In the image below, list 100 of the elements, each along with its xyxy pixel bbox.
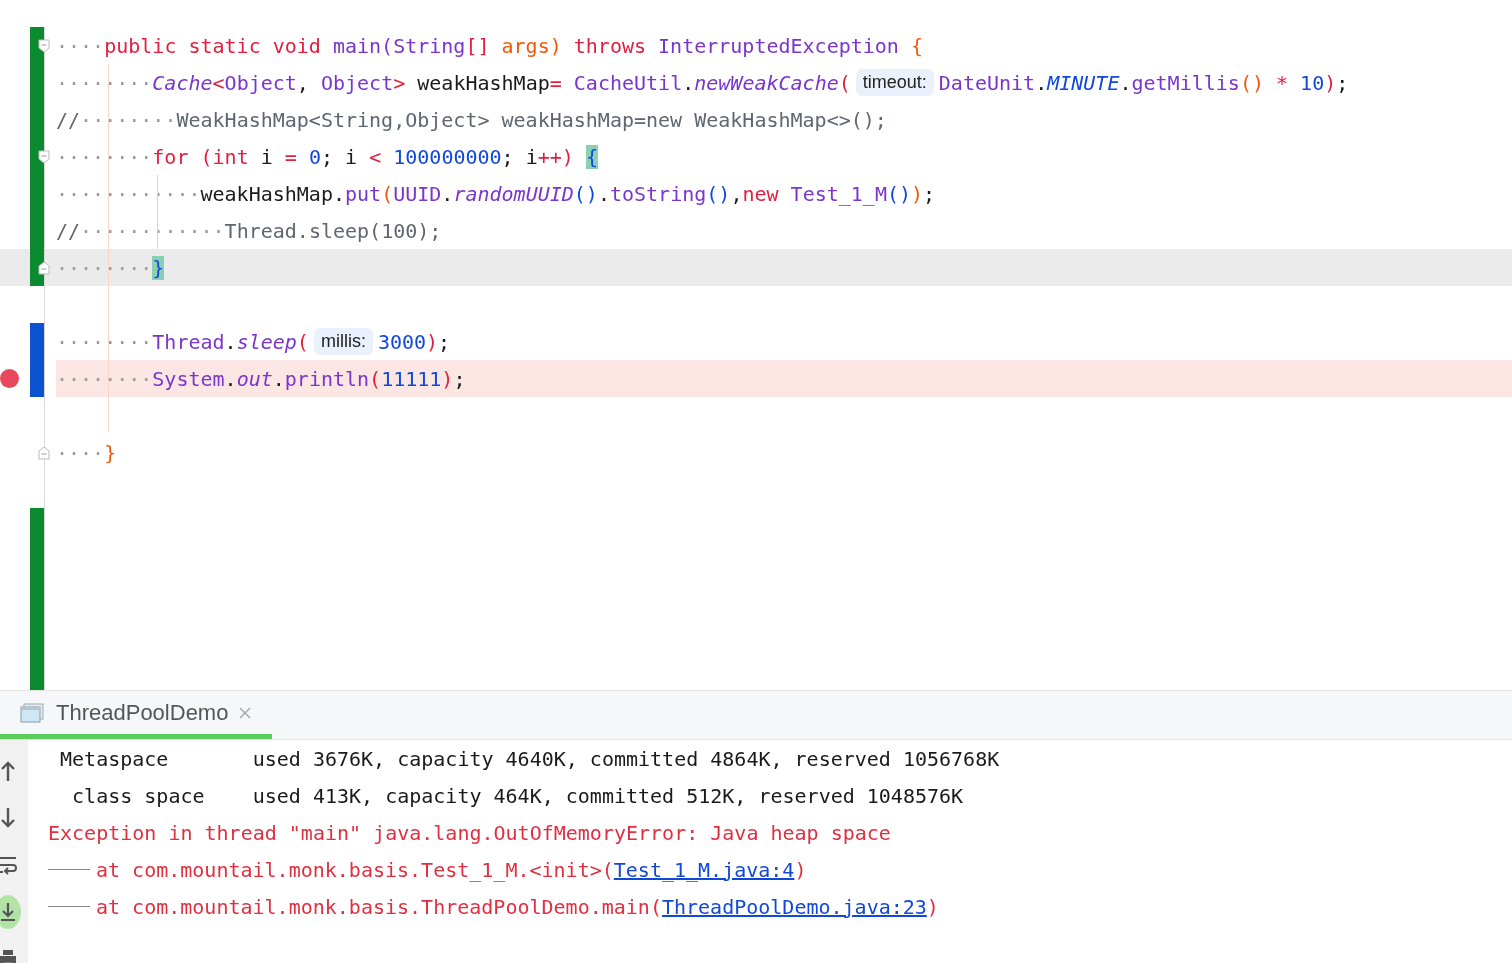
console-text: class space used 413K, capacity 464K, committed 512K, reserved 1048576K	[71, 783, 964, 808]
fold-icon[interactable]	[38, 260, 50, 275]
code-identifier: getMillis	[1131, 70, 1240, 95]
whitespace-marks: ········	[56, 144, 153, 169]
code-paren: }	[104, 440, 117, 465]
code-text: .	[224, 329, 237, 354]
source-link[interactable]: Test_1_M.java:4	[613, 857, 795, 882]
code-identifier: randomUUID	[453, 181, 574, 206]
code-identifier: DateUnit	[938, 70, 1036, 95]
code-operator: (	[200, 144, 213, 169]
breakpoint-icon[interactable]	[0, 369, 19, 388]
code-identifier: System	[152, 366, 225, 391]
code-operator: =	[549, 70, 563, 95]
code-comment: WeakHashMap<String,Object> weakHashMap=new WeakHashMap<>();	[176, 107, 887, 132]
code-operator: >	[393, 70, 406, 95]
error-text: )	[926, 894, 939, 919]
matched-brace: {	[585, 144, 598, 169]
code-identifier: UUID	[393, 181, 442, 206]
code-text: ;	[438, 329, 451, 354]
code-number: ()	[886, 181, 911, 206]
code-number: 0	[308, 144, 321, 169]
code-operator: )	[1324, 70, 1337, 95]
code-paren: (	[381, 181, 394, 206]
code-identifier: Object	[320, 70, 394, 95]
code-keyword: for	[152, 144, 190, 169]
code-identifier: out	[236, 366, 273, 391]
code-text: .	[597, 181, 610, 206]
error-text: )	[794, 857, 807, 882]
code-identifier: println	[284, 366, 370, 391]
whitespace-marks: ········	[80, 107, 177, 132]
code-number: 11111	[381, 366, 442, 391]
code-text: .	[272, 366, 285, 391]
code-identifier: Cache	[152, 70, 213, 95]
code-operator: <	[212, 70, 225, 95]
code-identifier: Thread	[152, 329, 225, 354]
code-number: 100000000	[393, 144, 502, 169]
code-keyword: new	[742, 181, 780, 206]
code-identifier: CacheUtil	[573, 70, 683, 95]
code-text: ; i	[501, 144, 538, 169]
code-paren: {	[910, 33, 923, 58]
code-identifier: Object	[224, 70, 297, 95]
code-operator: []	[465, 33, 491, 58]
console-text: Metaspace used 3676K, capacity 4640K, committed 4864K, reserved 1056768K	[59, 746, 1000, 771]
code-identifier: main(String	[332, 33, 466, 58]
code-text: .	[441, 181, 454, 206]
code-text: ; i	[320, 144, 359, 169]
whitespace-marks: ····	[56, 440, 105, 465]
code-text: ,	[296, 70, 310, 95]
code-comment: //	[56, 218, 81, 243]
scroll-to-end-icon[interactable]	[0, 901, 17, 923]
code-identifier: InterruptedException	[658, 33, 900, 58]
run-tab[interactable]: ThreadPoolDemo	[0, 691, 273, 739]
error-text: at com.mountail.monk.basis.Test_1_M.<init>(	[96, 857, 614, 882]
stack-fold-line	[48, 905, 90, 908]
whitespace-marks: ········	[56, 329, 153, 354]
whitespace-marks: ····	[56, 33, 105, 58]
code-text: weakHashMap	[416, 70, 550, 95]
code-operator: ++)	[537, 144, 575, 169]
code-text: i	[260, 144, 274, 169]
code-paren: )	[911, 181, 924, 206]
code-identifier: put	[345, 181, 382, 206]
code-operator: (	[296, 329, 309, 354]
code-number: ()	[573, 181, 598, 206]
down-arrow-icon[interactable]	[0, 807, 16, 829]
code-number: 10	[1300, 70, 1325, 95]
fold-icon[interactable]	[38, 149, 50, 164]
code-operator: <	[369, 144, 383, 169]
code-operator: (	[838, 70, 851, 95]
whitespace-marks: ········	[56, 70, 153, 95]
parameter-hint: timeout:	[855, 69, 934, 96]
code-paren: ()	[1239, 70, 1264, 95]
up-arrow-icon[interactable]	[0, 760, 16, 782]
error-text: at com.mountail.monk.basis.ThreadPoolDemo.main(	[96, 894, 662, 919]
code-identifier: Test_1_M	[790, 181, 887, 206]
code-operator: )	[441, 366, 454, 391]
code-text: ;	[453, 366, 466, 391]
matched-brace: }	[152, 255, 165, 280]
code-comment: //	[56, 107, 81, 132]
code-constant: MINUTE	[1047, 70, 1120, 95]
source-link[interactable]: ThreadPoolDemo.java:23	[661, 894, 927, 919]
code-keyword: int	[212, 144, 250, 169]
console-window-icon	[20, 702, 44, 723]
code-number: ()	[706, 181, 731, 206]
whitespace-marks: ········	[56, 255, 153, 280]
code-identifier: sleep	[236, 329, 297, 354]
code-operator: )	[426, 329, 439, 354]
whitespace-marks: ············	[80, 218, 225, 243]
code-text: ;	[923, 181, 936, 206]
code-keyword: throws	[573, 33, 648, 58]
soft-wrap-icon[interactable]	[0, 854, 17, 876]
tab-label: ThreadPoolDemo	[56, 699, 229, 726]
code-text: .	[682, 70, 695, 95]
parameter-hint: millis:	[313, 328, 373, 355]
code-keyword: public static void	[104, 33, 322, 58]
code-number: 3000	[377, 329, 427, 354]
code-identifier: toString	[609, 181, 707, 206]
error-text: Exception in thread "main" java.lang.OutOfMemoryError: Java heap space	[48, 820, 891, 845]
fold-icon[interactable]	[38, 38, 50, 53]
whitespace-marks: ········	[56, 366, 153, 391]
code-operator: (	[369, 366, 382, 391]
